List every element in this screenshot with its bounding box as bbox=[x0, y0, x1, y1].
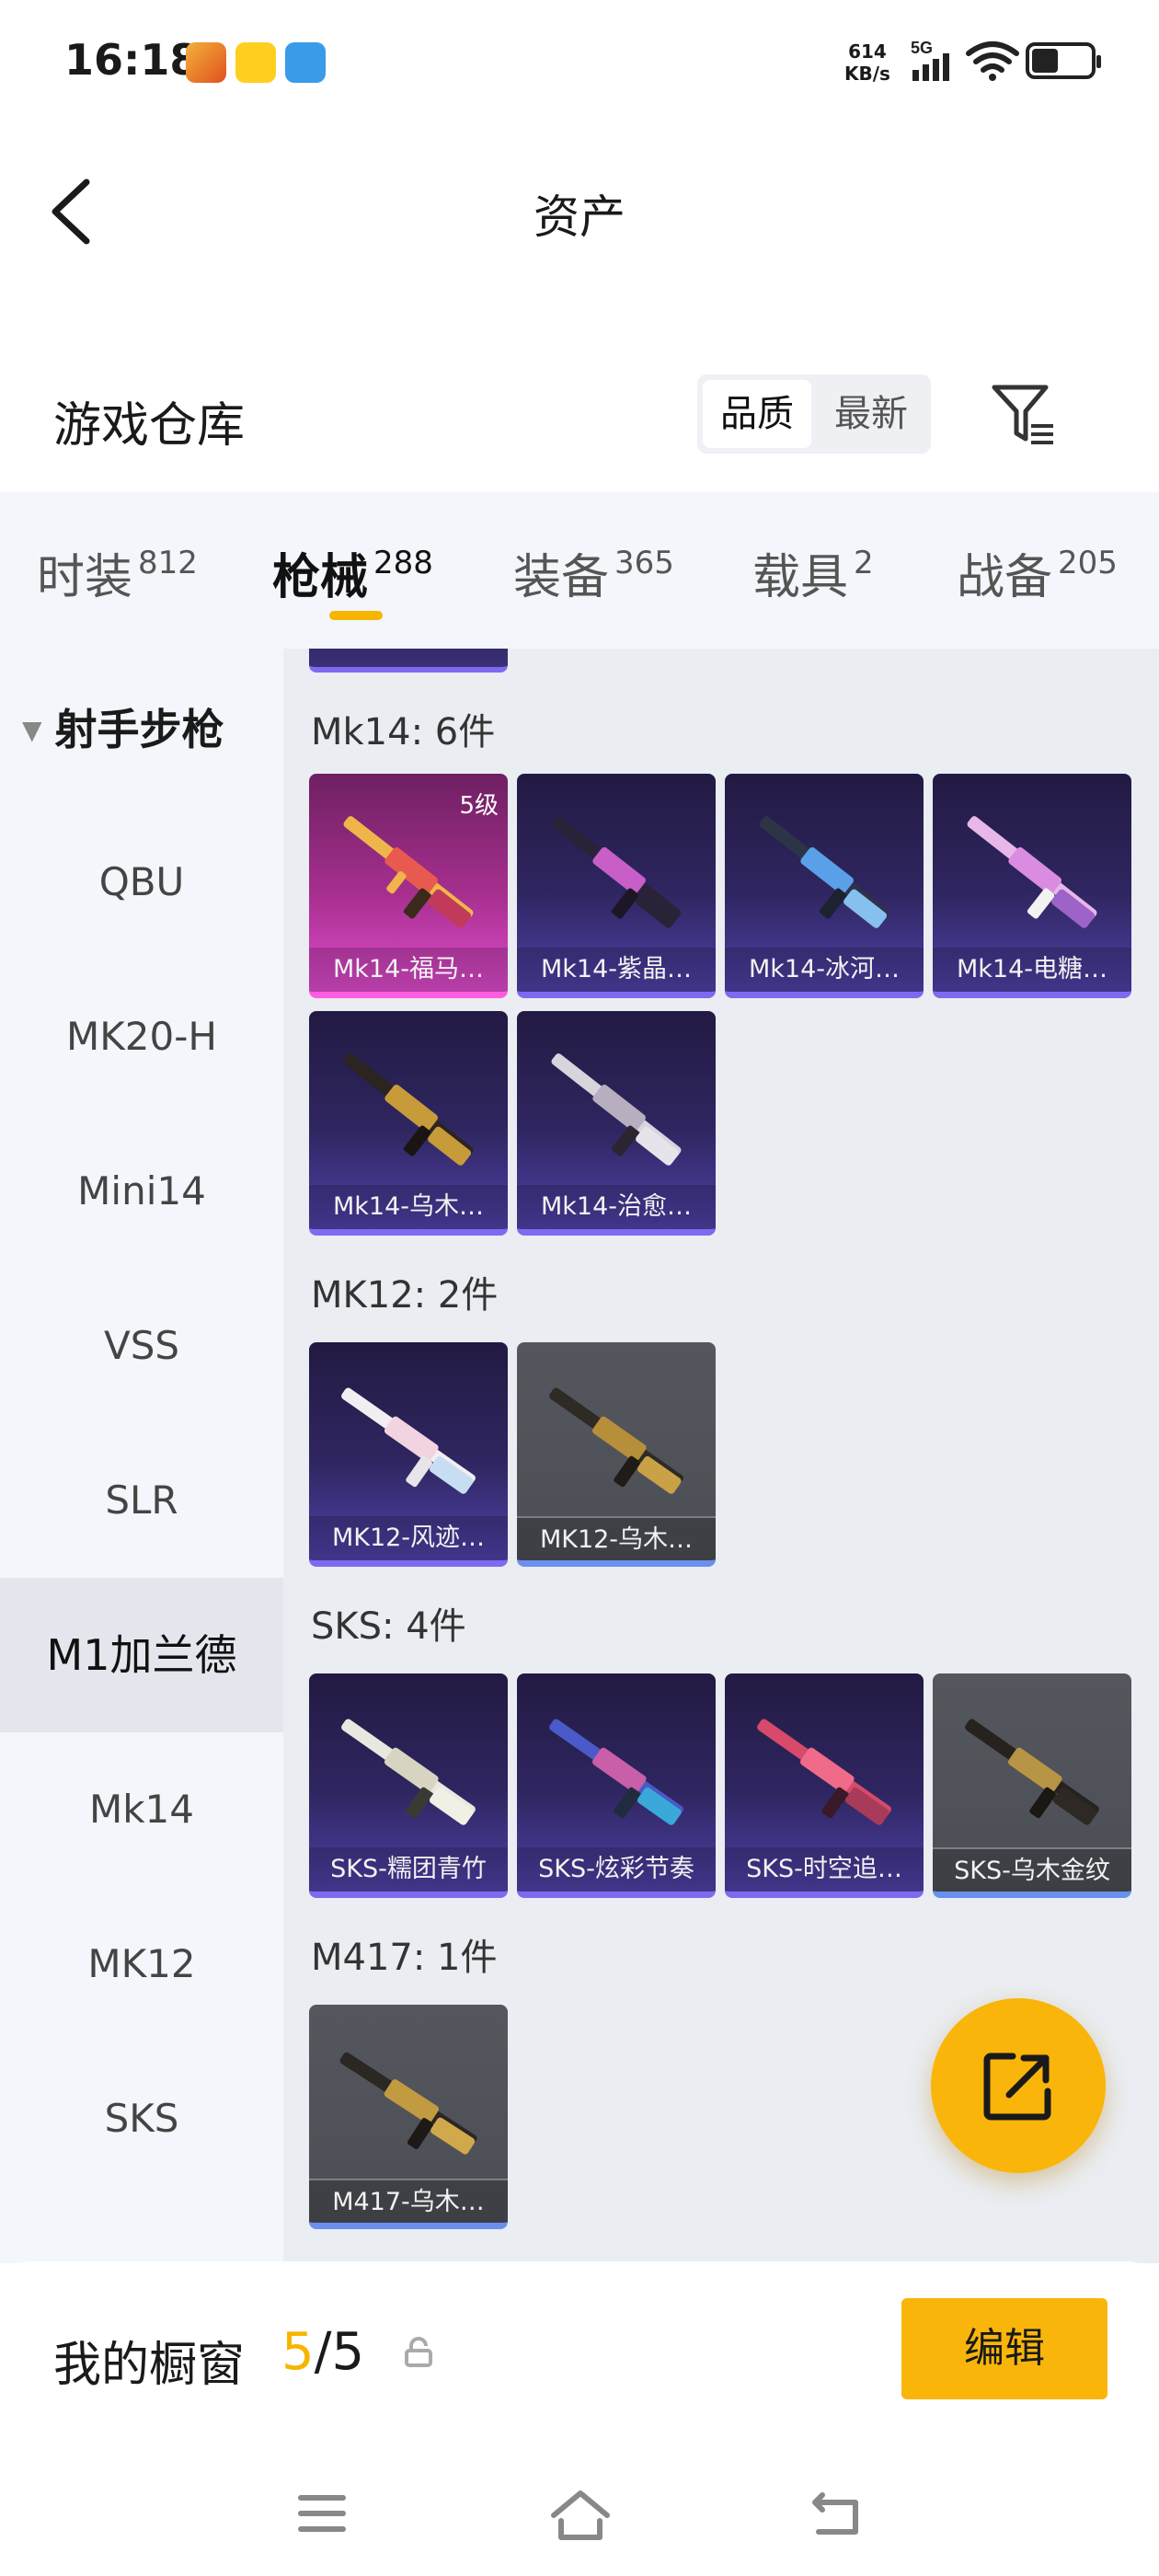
weapon-card[interactable]: MK12-乌木… bbox=[517, 1342, 716, 1567]
weapon-card[interactable]: Mk14-冰河… bbox=[725, 774, 924, 998]
rifle-icon bbox=[967, 816, 1097, 928]
sidebar-item-qbu[interactable]: QBU bbox=[0, 805, 283, 960]
edit-button[interactable]: 编辑 bbox=[901, 2298, 1107, 2399]
menu-icon[interactable] bbox=[294, 2488, 350, 2539]
sidebar-item-vss[interactable]: VSS bbox=[0, 1269, 283, 1423]
rifle-icon bbox=[759, 816, 889, 928]
weapon-card[interactable]: Mk14-紫晶… bbox=[517, 774, 716, 998]
weapon-card[interactable] bbox=[309, 649, 508, 673]
rifle-icon bbox=[341, 1387, 476, 1494]
weapon-name: SKS-时空追… bbox=[725, 1847, 924, 1892]
notification-app-icon bbox=[186, 42, 226, 83]
sidebar-item-mk14[interactable]: Mk14 bbox=[0, 1732, 283, 1887]
weapon-name: SKS-炫彩节奏 bbox=[517, 1847, 716, 1892]
rifle-icon bbox=[757, 1719, 891, 1825]
rifle-icon bbox=[549, 1387, 683, 1494]
sidebar-category[interactable]: ▼ 射手步枪 bbox=[22, 696, 224, 757]
rifle-icon bbox=[551, 816, 682, 928]
sort-option-newest[interactable]: 最新 bbox=[817, 380, 925, 448]
sidebar-item-sks[interactable]: SKS bbox=[0, 2041, 283, 2196]
rifle-icon bbox=[549, 1719, 683, 1825]
showcase-panel: 我的橱窗 5/5 编辑 bbox=[0, 2261, 1159, 2576]
share-export-icon bbox=[983, 2053, 1051, 2121]
sort-toggle: 品质 最新 bbox=[697, 374, 931, 454]
warehouse-title: 游戏仓库 bbox=[53, 398, 246, 454]
weapon-name: Mk14-紫晶… bbox=[517, 948, 716, 992]
weapon-name: M417-乌木… bbox=[309, 2179, 508, 2223]
back-nav-icon[interactable] bbox=[809, 2488, 868, 2539]
weapon-card[interactable]: SKS-炫彩节奏 bbox=[517, 1673, 716, 1898]
showcase-count: 5/5 bbox=[281, 2322, 365, 2382]
group-title: SKS: 4件 bbox=[311, 1605, 466, 1648]
battery-icon bbox=[1026, 42, 1101, 79]
weapon-name: Mk14-冰河… bbox=[725, 948, 924, 992]
rifle-icon bbox=[551, 1053, 682, 1166]
tab-equipment[interactable]: 装备 365 bbox=[513, 538, 674, 607]
tab-guns[interactable]: 枪械 288 bbox=[272, 538, 433, 607]
sidebar-item-mini14[interactable]: Mini14 bbox=[0, 1114, 283, 1269]
weapon-name: Mk14-福马… bbox=[309, 948, 508, 992]
notification-app-icon bbox=[285, 42, 326, 83]
status-bar: 16:18 614 KB/s 5G bbox=[0, 0, 1159, 120]
rifle-icon bbox=[343, 1053, 474, 1166]
weapon-card[interactable]: Mk14-电糖… bbox=[933, 774, 1131, 998]
sidebar-item-m1-garand[interactable]: M1加兰德 bbox=[0, 1578, 283, 1732]
group-title: Mk14: 6件 bbox=[311, 711, 496, 753]
weapon-name: MK12-风迹… bbox=[309, 1516, 508, 1560]
showcase-label: 我的橱窗 bbox=[53, 2338, 246, 2393]
weapon-sidebar: ▼ 射手步枪 QBU MK20-H Mini14 VSS SLR M1加兰德 Mk… bbox=[0, 649, 283, 2263]
rifle-icon bbox=[965, 1719, 1099, 1825]
filter-icon bbox=[992, 385, 1053, 444]
rifle-icon bbox=[339, 2052, 477, 2155]
weapon-name: SKS-乌木金纹 bbox=[933, 1847, 1131, 1892]
group-title: MK12: 2件 bbox=[311, 1274, 499, 1317]
sidebar-item-mk20h[interactable]: MK20-H bbox=[0, 960, 283, 1114]
sort-option-quality[interactable]: 品质 bbox=[703, 380, 811, 448]
weapon-card[interactable]: 5级 Mk14-福马… bbox=[309, 774, 508, 998]
filter-button[interactable] bbox=[989, 382, 1062, 450]
weapon-name: Mk14-乌木… bbox=[309, 1185, 508, 1229]
weapon-card[interactable]: SKS-时空追… bbox=[725, 1673, 924, 1898]
cellular-signal-icon: 5G bbox=[911, 39, 958, 86]
status-time: 16:18 bbox=[64, 35, 200, 85]
tab-fashion[interactable]: 时装 812 bbox=[37, 538, 198, 607]
weapon-card[interactable]: SKS-乌木金纹 bbox=[933, 1673, 1131, 1898]
wifi-icon bbox=[966, 40, 1019, 85]
rifle-icon bbox=[341, 1719, 476, 1825]
tab-combat-gear[interactable]: 战备 205 bbox=[957, 538, 1118, 607]
group-title: M417: 1件 bbox=[311, 1937, 498, 1979]
weapon-name: MK12-乌木… bbox=[517, 1516, 716, 1560]
weapon-name: Mk14-治愈… bbox=[517, 1185, 716, 1229]
weapon-card[interactable]: MK12-风迹… bbox=[309, 1342, 508, 1567]
battery-fill bbox=[1032, 49, 1058, 73]
notification-app-icon bbox=[235, 42, 276, 83]
share-fab[interactable] bbox=[931, 1998, 1106, 2173]
home-icon[interactable] bbox=[548, 2488, 613, 2543]
weapon-card[interactable]: Mk14-乌木… bbox=[309, 1011, 508, 1236]
network-type-label: 5G bbox=[911, 39, 933, 57]
weapon-level: 5级 bbox=[459, 792, 499, 820]
category-tabs: 时装 812 枪械 288 装备 365 载具 2 战备 205 bbox=[0, 492, 1159, 649]
weapon-name: Mk14-电糖… bbox=[933, 948, 1131, 992]
active-tab-indicator bbox=[329, 611, 383, 620]
weapon-card[interactable]: Mk14-治愈… bbox=[517, 1011, 716, 1236]
chevron-down-icon: ▼ bbox=[22, 715, 42, 745]
network-speed: 614 KB/s bbox=[844, 40, 890, 85]
page-title: 资产 bbox=[534, 190, 625, 244]
weapon-card[interactable]: M417-乌木… bbox=[309, 2005, 508, 2229]
tab-vehicles[interactable]: 载具 2 bbox=[752, 538, 874, 607]
weapon-name: SKS-糯团青竹 bbox=[309, 1847, 508, 1892]
sidebar-item-mk12[interactable]: MK12 bbox=[0, 1887, 283, 2041]
weapon-card[interactable]: SKS-糯团青竹 bbox=[309, 1673, 508, 1898]
sidebar-item-slr[interactable]: SLR bbox=[0, 1423, 283, 1578]
lock-icon bbox=[405, 2337, 432, 2367]
